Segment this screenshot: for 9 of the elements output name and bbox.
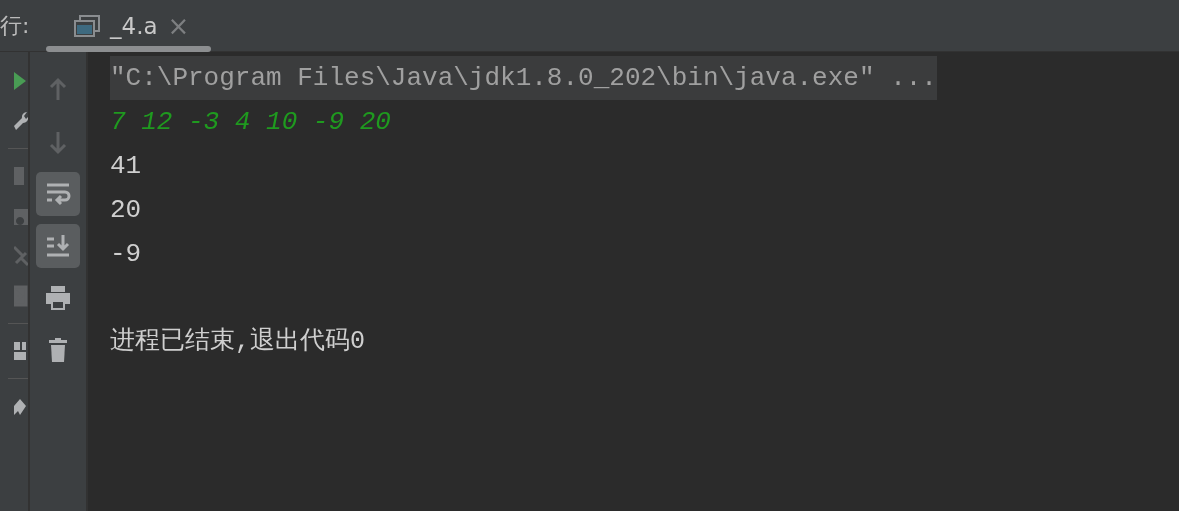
output-line: -9 (110, 239, 142, 269)
exit-message: 进程已结束,退出代码0 (110, 327, 365, 356)
scroll-to-end-icon[interactable] (36, 224, 80, 268)
soft-wrap-icon[interactable] (36, 172, 80, 216)
output-line: 20 (110, 195, 142, 225)
input-text: 7 12 -3 4 10 -9 20 (110, 107, 391, 137)
window-icon (74, 14, 100, 37)
output-line: 41 (110, 151, 142, 181)
run-label: 行: (0, 11, 31, 40)
